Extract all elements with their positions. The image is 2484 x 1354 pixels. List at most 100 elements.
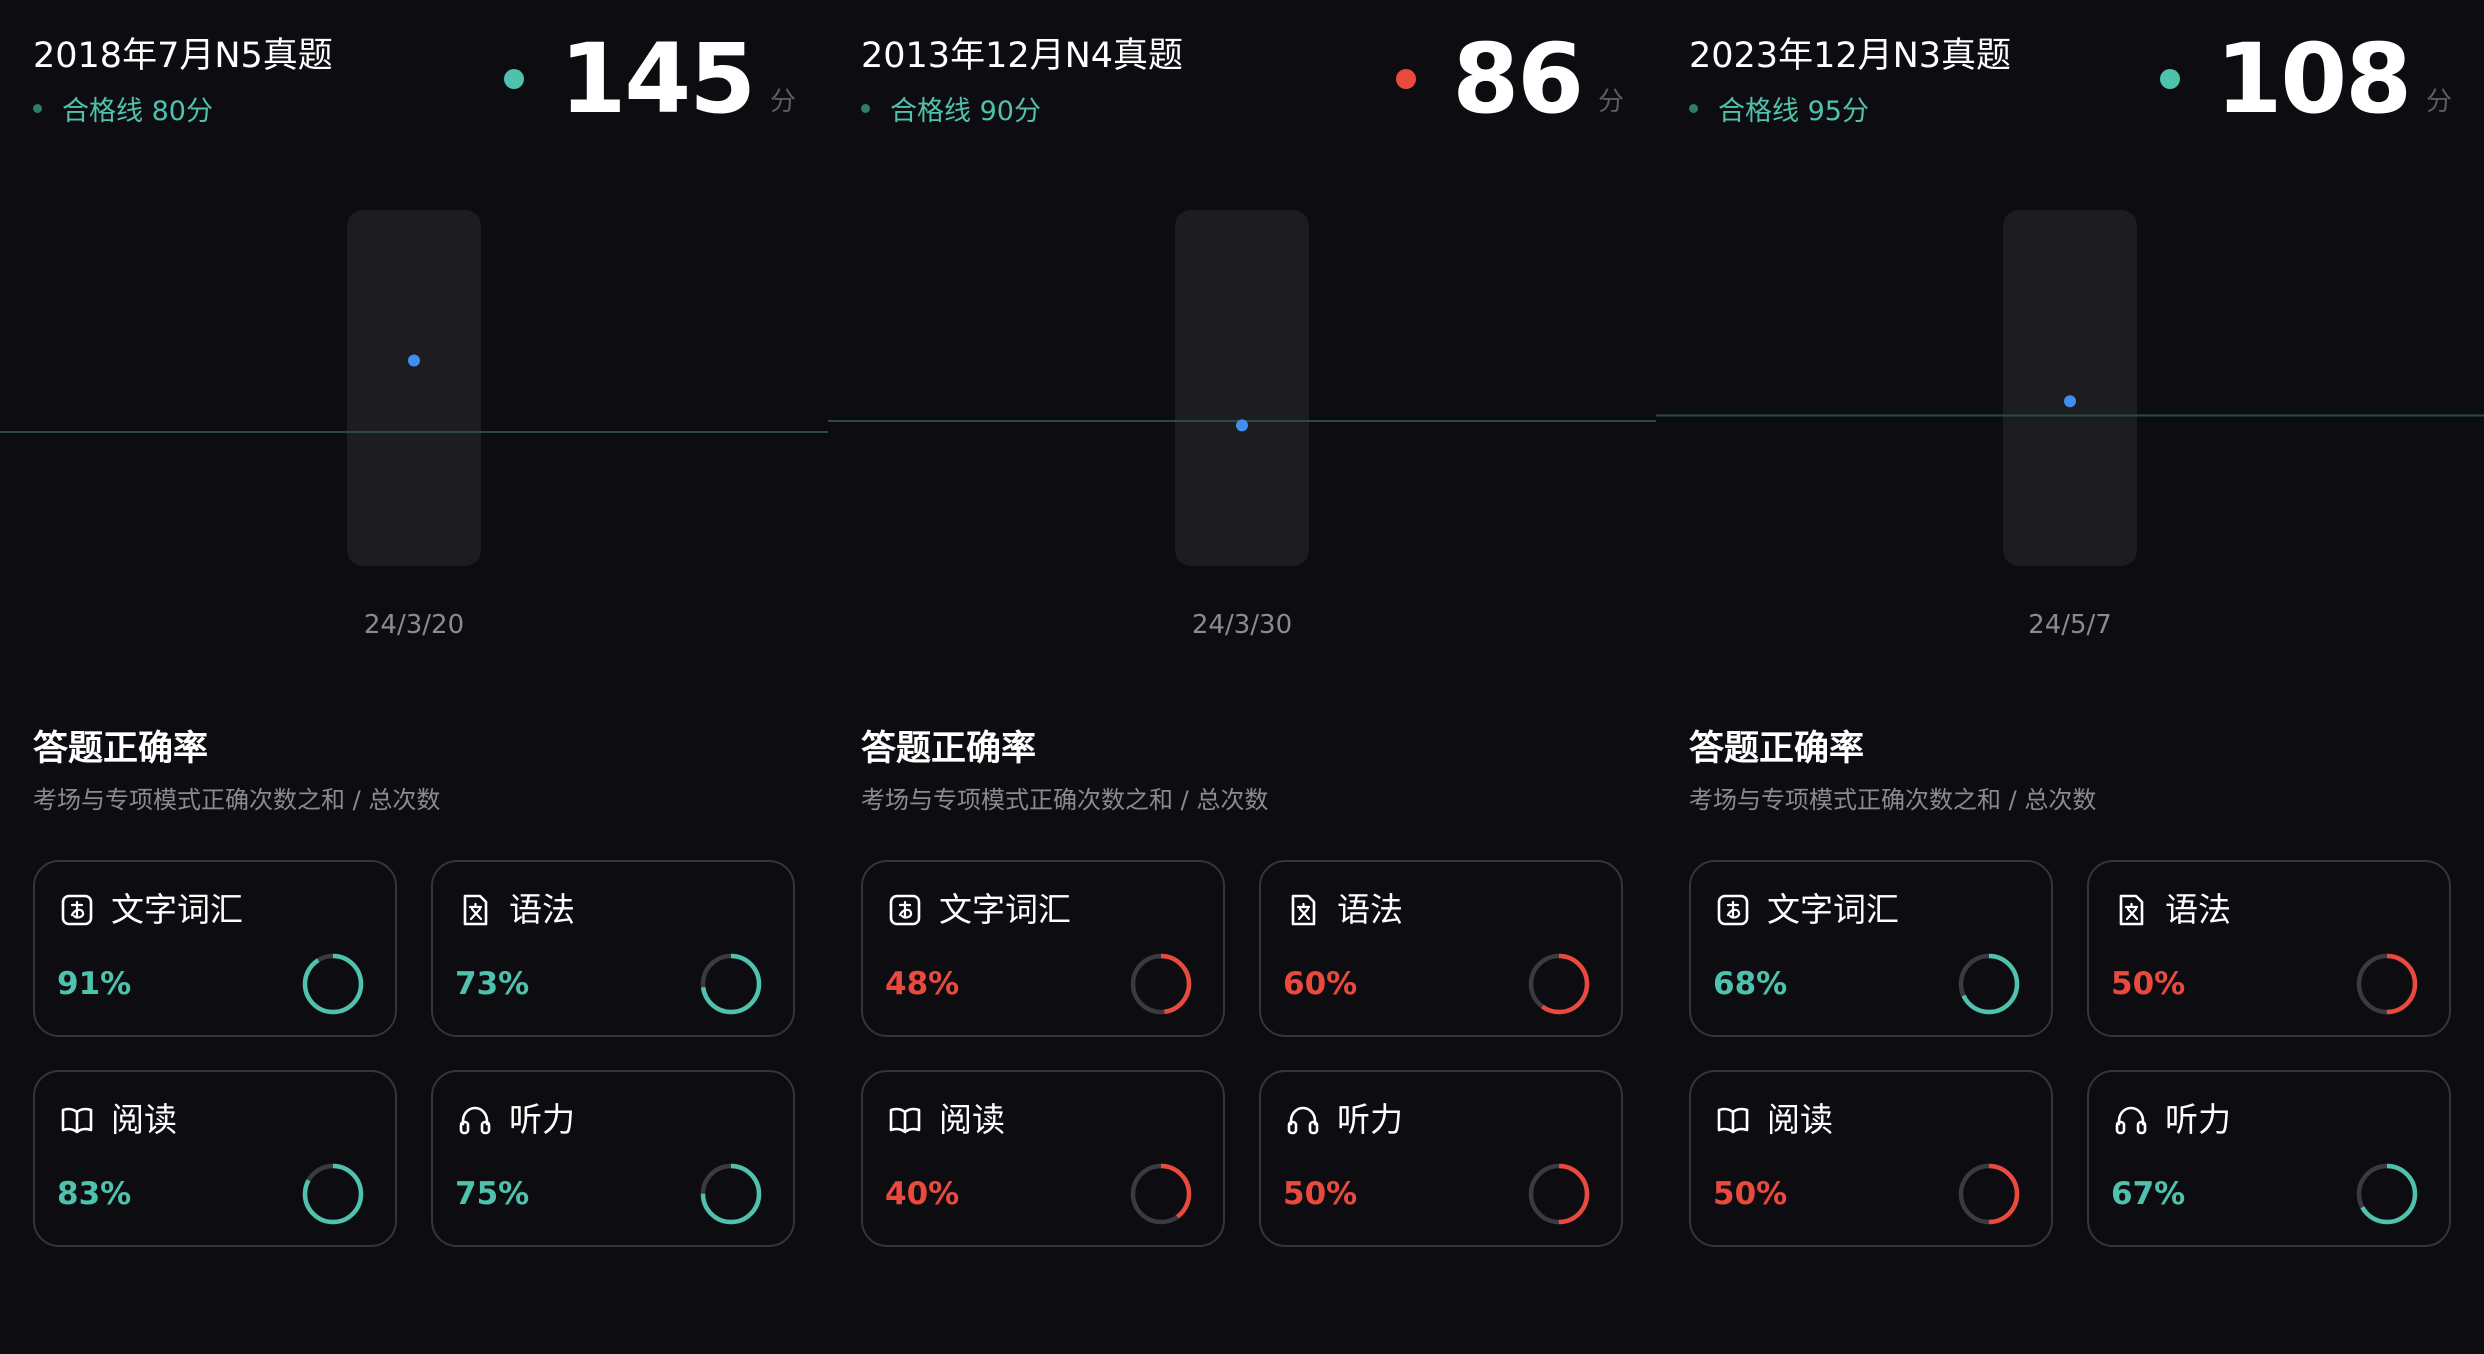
- category-percent: 83%: [57, 1176, 132, 1212]
- date-tick-label: 24/3/20: [364, 610, 464, 640]
- category-card[interactable]: 文字词汇 91%: [33, 860, 397, 1037]
- category-label: 听力: [509, 1100, 575, 1139]
- category-percent: 50%: [2111, 966, 2186, 1002]
- score-column-bg: [2003, 210, 2137, 566]
- exam-panel: 2018年7月N5真题 合格线 80分 145 分 24/3/20 答题正确率 考场与专项模…: [0, 0, 828, 1354]
- status-dot: [503, 69, 524, 89]
- passline: 合格线 80分: [33, 88, 213, 128]
- accuracy-subtitle: 考场与专项模式正确次数之和 / 总次数: [33, 786, 441, 814]
- accuracy-heading: 答题正确率: [861, 729, 1037, 769]
- accuracy-subtitle: 考场与专项模式正确次数之和 / 总次数: [861, 786, 1269, 814]
- exam-panel: 2013年12月N4真题合格线 90分 86 分 24/3/30 答题正确率考场与专项模…: [828, 0, 1656, 1354]
- category-percent: 75%: [455, 1176, 530, 1212]
- score-point: [1236, 419, 1248, 432]
- category-card[interactable]: 语法 50%: [2087, 860, 2451, 1037]
- score-display: 108 分: [2159, 24, 2452, 134]
- progress-ring: [2356, 953, 2418, 1015]
- category-card[interactable]: 阅读 40%: [861, 1070, 1225, 1247]
- progress-ring: [1130, 953, 1192, 1015]
- progress-ring: [700, 1163, 762, 1225]
- accuracy-subtitle: 考场与专项模式正确次数之和 / 总次数: [1689, 786, 2097, 814]
- category-card[interactable]: 文字词汇 68%: [1689, 860, 2053, 1037]
- category-label: 文字词汇: [111, 890, 243, 929]
- score-unit: 分: [2425, 87, 2452, 117]
- passline: 合格线 90分: [861, 88, 1041, 128]
- grammar-icon: [2119, 894, 2144, 926]
- category-label: 语法: [509, 890, 575, 929]
- category-card[interactable]: 阅读 50%: [1689, 1070, 2053, 1247]
- progress-ring: [700, 953, 762, 1015]
- passline-dot: [1689, 103, 1698, 113]
- progress-ring: [302, 1163, 364, 1225]
- headphones-icon: [1287, 1106, 1319, 1135]
- kana-icon: [1717, 894, 1749, 926]
- exam-title: 2013年12月N4真题: [861, 36, 1184, 76]
- score-point: [2064, 395, 2076, 408]
- category-percent: 50%: [1283, 1176, 1358, 1212]
- progress-ring-fill: [302, 953, 364, 1015]
- category-percent: 50%: [1713, 1176, 1788, 1212]
- score-column-bg: [347, 210, 481, 566]
- category-percent: 68%: [1713, 966, 1788, 1002]
- passline-text: 合格线 95分: [1718, 95, 1869, 127]
- category-label: 阅读: [1767, 1100, 1833, 1139]
- category-percent: 91%: [57, 966, 132, 1002]
- passline-dot: [861, 103, 870, 113]
- category-card[interactable]: 听力 67%: [2087, 1070, 2451, 1247]
- score-point: [408, 354, 420, 367]
- progress-ring: [1130, 1163, 1192, 1225]
- category-label: 听力: [1337, 1100, 1403, 1139]
- grammar-icon: [1291, 894, 1316, 926]
- category-card[interactable]: 阅读 83%: [33, 1070, 397, 1247]
- exam-title: 2023年12月N3真题: [1689, 36, 2012, 76]
- accuracy-heading: 答题正确率: [1689, 729, 1865, 769]
- category-percent: 40%: [885, 1176, 960, 1212]
- passline-text: 合格线 90分: [890, 95, 1041, 127]
- category-percent: 67%: [2111, 1176, 2186, 1212]
- progress-ring: [1528, 1163, 1590, 1225]
- category-percent: 60%: [1283, 966, 1358, 1002]
- category-grid: 文字词汇 48% 语法 60% 阅读 40% 听力 50%: [861, 860, 1623, 1247]
- category-label: 语法: [2165, 890, 2231, 929]
- category-label: 阅读: [939, 1100, 1005, 1139]
- book-icon: [1717, 1107, 1749, 1134]
- status-dot: [1396, 69, 1417, 89]
- score-display: 86 分: [1396, 24, 1624, 134]
- category-label: 听力: [2165, 1100, 2231, 1139]
- accuracy-heading: 答题正确率: [33, 729, 209, 769]
- score-column-bg: [1175, 210, 1309, 566]
- category-label: 阅读: [111, 1100, 177, 1139]
- headphones-icon: [459, 1106, 491, 1135]
- progress-ring: [1528, 953, 1590, 1015]
- results-root: 2018年7月N5真题 合格线 80分 145 分 24/3/20 答题正确率 考场与专项模…: [0, 0, 2484, 1354]
- status-dot: [2159, 69, 2180, 89]
- score-chart-svg: 24/5/7: [1656, 210, 2484, 640]
- kana-icon: [61, 894, 93, 926]
- book-icon: [889, 1107, 921, 1134]
- category-label: 语法: [1337, 890, 1403, 929]
- passline: 合格线 95分: [1689, 88, 1869, 128]
- exam-panel: 2023年12月N3真题合格线 95分 108 分 24/5/7 答题正确率考场与专项模…: [1656, 0, 2484, 1354]
- category-label: 文字词汇: [1767, 890, 1899, 929]
- category-percent: 48%: [885, 966, 960, 1002]
- category-card[interactable]: 语法 60%: [1259, 860, 1623, 1037]
- score-unit: 分: [769, 87, 796, 117]
- date-tick-label: 24/5/7: [2028, 610, 2112, 640]
- score-value: 86: [1452, 23, 1584, 135]
- passline-text: 合格线 80分: [62, 95, 213, 127]
- category-card[interactable]: 听力 50%: [1259, 1070, 1623, 1247]
- score-chart: 24/5/7: [1656, 190, 2484, 670]
- score-chart: 24/3/20: [0, 190, 828, 670]
- score-unit: 分: [1597, 87, 1624, 117]
- category-card[interactable]: 语法 73%: [431, 860, 795, 1037]
- progress-ring: [1958, 953, 2020, 1015]
- date-tick-label: 24/3/30: [1192, 610, 1292, 640]
- category-grid: 文字词汇 68% 语法 50% 阅读 50% 听力 67%: [1689, 860, 2451, 1247]
- category-card[interactable]: 文字词汇 48%: [861, 860, 1225, 1037]
- category-grid: 文字词汇 91% 语法 73% 阅读 83% 听力 75%: [33, 860, 795, 1247]
- grammar-icon: [463, 894, 488, 926]
- progress-ring: [2356, 1163, 2418, 1225]
- score-display: 145 分: [503, 24, 796, 134]
- progress-ring: [1958, 1163, 2020, 1225]
- category-card[interactable]: 听力 75%: [431, 1070, 795, 1247]
